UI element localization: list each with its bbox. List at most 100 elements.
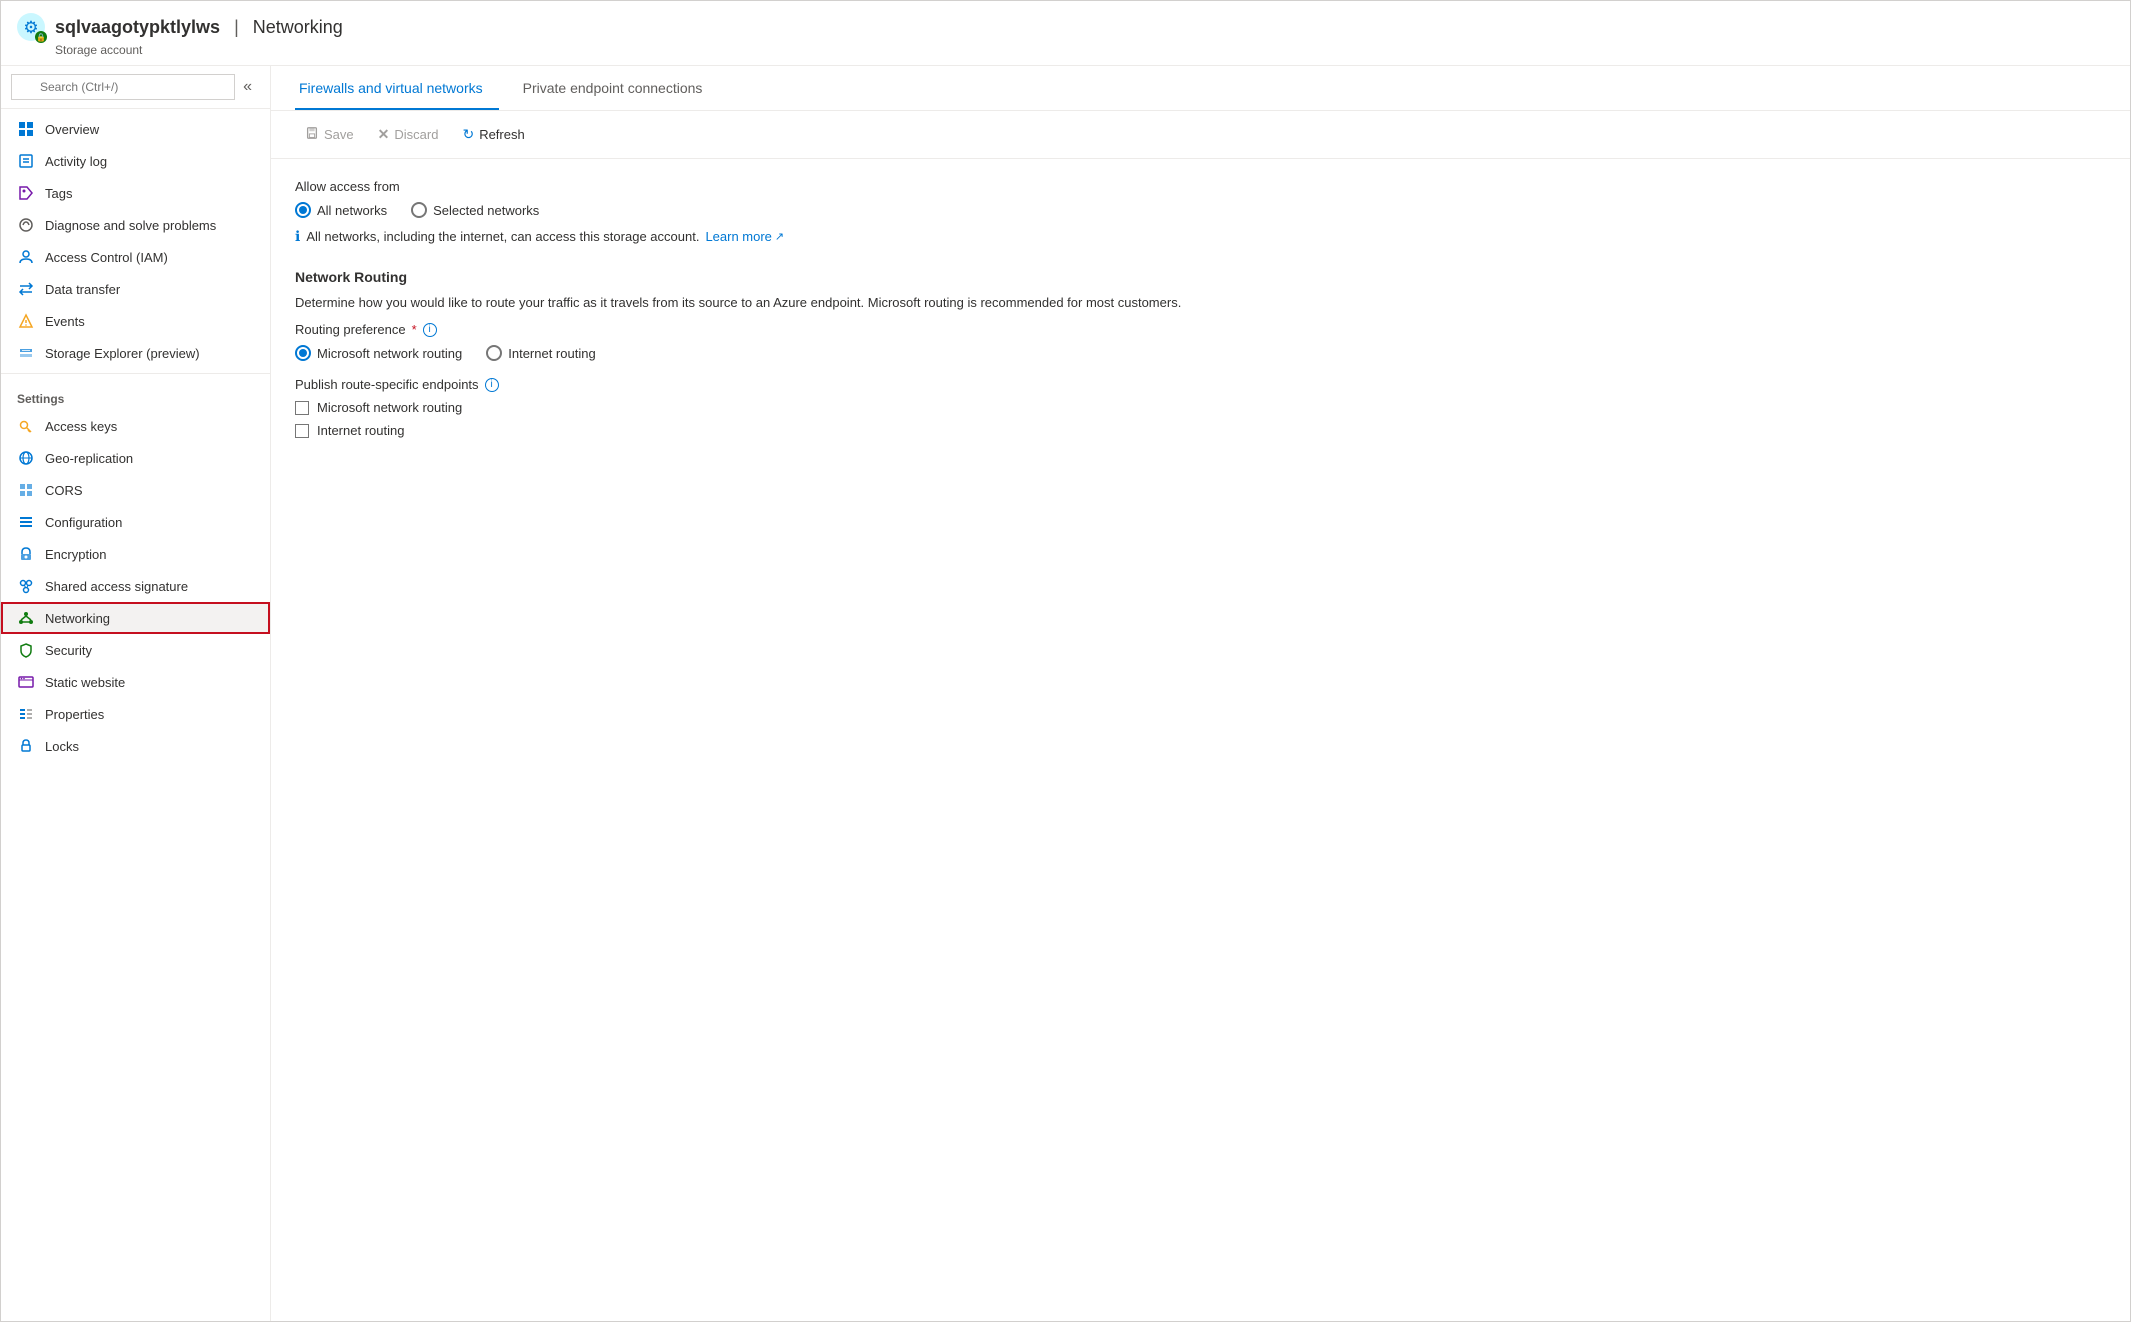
sidebar-item-iam[interactable]: Access Control (IAM) <box>1 241 270 273</box>
internet-routing-option[interactable]: Internet routing <box>486 345 595 361</box>
sidebar-item-encryption-label: Encryption <box>45 547 106 562</box>
routing-preference-label: Routing preference <box>295 322 406 337</box>
tab-firewalls[interactable]: Firewalls and virtual networks <box>295 66 499 110</box>
sidebar-item-events-label: Events <box>45 314 85 329</box>
shared-access-icon <box>17 577 35 595</box>
publish-microsoft-checkbox[interactable] <box>295 401 309 415</box>
resource-name: sqlvaagotypktlylws <box>55 17 220 38</box>
sidebar-item-configuration[interactable]: Configuration <box>1 506 270 538</box>
iam-icon <box>17 248 35 266</box>
discard-button[interactable]: ✕ Discard <box>368 121 449 148</box>
sidebar-item-tags[interactable]: Tags <box>1 177 270 209</box>
locks-icon <box>17 737 35 755</box>
tags-icon <box>17 184 35 202</box>
sidebar-item-networking-label: Networking <box>45 611 110 626</box>
publish-microsoft-row[interactable]: Microsoft network routing <box>295 400 2106 415</box>
sidebar-item-configuration-label: Configuration <box>45 515 122 530</box>
header-separator: | <box>234 17 239 38</box>
discard-icon: ✕ <box>378 126 390 143</box>
internet-routing-label: Internet routing <box>508 346 595 361</box>
sidebar-item-geo-replication[interactable]: Geo-replication <box>1 442 270 474</box>
allow-access-label: Allow access from <box>295 179 2106 194</box>
microsoft-routing-radio[interactable] <box>295 345 311 361</box>
sidebar-item-activity-log-label: Activity log <box>45 154 107 169</box>
selected-networks-label: Selected networks <box>433 203 539 218</box>
security-icon <box>17 641 35 659</box>
sidebar-item-cors-label: CORS <box>45 483 83 498</box>
properties-icon <box>17 705 35 723</box>
overview-icon <box>17 120 35 138</box>
sidebar-item-static-website[interactable]: Static website <box>1 666 270 698</box>
sidebar-item-data-transfer-label: Data transfer <box>45 282 120 297</box>
sidebar-item-iam-label: Access Control (IAM) <box>45 250 168 265</box>
tabs-bar: Firewalls and virtual networks Private e… <box>271 66 2130 111</box>
sidebar-item-activity-log[interactable]: Activity log <box>1 145 270 177</box>
sidebar-item-properties[interactable]: Properties <box>1 698 270 730</box>
data-transfer-icon <box>17 280 35 298</box>
publish-internet-label: Internet routing <box>317 423 404 438</box>
publish-microsoft-label: Microsoft network routing <box>317 400 462 415</box>
header-section: Networking <box>253 17 343 38</box>
internet-routing-radio[interactable] <box>486 345 502 361</box>
search-input[interactable] <box>11 74 235 100</box>
sidebar-item-storage-explorer[interactable]: Storage Explorer (preview) <box>1 337 270 369</box>
routing-info-icon[interactable]: i <box>423 323 437 337</box>
refresh-button[interactable]: ↻ Refresh <box>452 121 534 148</box>
access-radio-group: All networks Selected networks <box>295 202 2106 218</box>
sidebar-item-encryption[interactable]: Encryption <box>1 538 270 570</box>
sidebar-item-locks[interactable]: Locks <box>1 730 270 762</box>
encryption-icon <box>17 545 35 563</box>
microsoft-routing-label: Microsoft network routing <box>317 346 462 361</box>
sidebar-item-properties-label: Properties <box>45 707 104 722</box>
refresh-icon: ↻ <box>462 126 474 143</box>
allow-access-section: Allow access from All networks Selected … <box>295 179 2106 245</box>
sidebar-item-diagnose[interactable]: Diagnose and solve problems <box>1 209 270 241</box>
sidebar-item-access-keys[interactable]: Access keys <box>1 410 270 442</box>
all-networks-option[interactable]: All networks <box>295 202 387 218</box>
sidebar-item-security-label: Security <box>45 643 92 658</box>
publish-internet-row[interactable]: Internet routing <box>295 423 2106 438</box>
toolbar: Save ✕ Discard ↻ Refresh <box>271 111 2130 159</box>
sidebar-item-security[interactable]: Security <box>1 634 270 666</box>
tab-private-endpoints[interactable]: Private endpoint connections <box>519 66 719 110</box>
resource-icon: ⚙ 🔒 <box>17 13 45 41</box>
discard-label: Discard <box>394 127 438 142</box>
sidebar-item-overview-label: Overview <box>45 122 99 137</box>
info-text: All networks, including the internet, ca… <box>306 229 699 244</box>
network-routing-desc: Determine how you would like to route yo… <box>295 295 2106 310</box>
sidebar-item-data-transfer[interactable]: Data transfer <box>1 273 270 305</box>
selected-networks-radio[interactable] <box>411 202 427 218</box>
static-website-icon <box>17 673 35 691</box>
publish-internet-checkbox[interactable] <box>295 424 309 438</box>
save-button[interactable]: Save <box>295 121 364 148</box>
sidebar-item-events[interactable]: Events <box>1 305 270 337</box>
routing-radio-group: Microsoft network routing Internet routi… <box>295 345 2106 361</box>
settings-section-label: Settings <box>1 378 270 410</box>
selected-networks-option[interactable]: Selected networks <box>411 202 539 218</box>
all-networks-radio[interactable] <box>295 202 311 218</box>
learn-more-label: Learn more <box>705 229 771 244</box>
storage-explorer-icon <box>17 344 35 362</box>
save-icon <box>305 126 319 143</box>
sidebar-item-networking[interactable]: Networking <box>1 602 270 634</box>
sidebar-item-cors[interactable]: CORS <box>1 474 270 506</box>
refresh-label: Refresh <box>479 127 525 142</box>
events-icon <box>17 312 35 330</box>
geo-replication-icon <box>17 449 35 467</box>
publish-endpoints-section: Publish route-specific endpoints i Micro… <box>295 377 2106 438</box>
sidebar-item-overview[interactable]: Overview <box>1 113 270 145</box>
cors-icon <box>17 481 35 499</box>
sidebar-nav: Overview Activity log Tags <box>1 109 270 1321</box>
sidebar-item-diagnose-label: Diagnose and solve problems <box>45 218 216 233</box>
main-content: Firewalls and virtual networks Private e… <box>271 66 2130 1321</box>
sidebar-item-shared-access-sig[interactable]: Shared access signature <box>1 570 270 602</box>
publish-info-icon[interactable]: i <box>485 378 499 392</box>
sidebar-search-area: « <box>1 66 270 109</box>
microsoft-routing-option[interactable]: Microsoft network routing <box>295 345 462 361</box>
learn-more-link[interactable]: Learn more ↗ <box>705 229 784 244</box>
settings-divider <box>1 373 270 374</box>
collapse-sidebar-button[interactable]: « <box>235 78 260 96</box>
sidebar-item-geo-replication-label: Geo-replication <box>45 451 133 466</box>
page-header: ⚙ 🔒 sqlvaagotypktlylws | Networking Stor… <box>1 1 2130 66</box>
network-routing-title: Network Routing <box>295 269 2106 285</box>
